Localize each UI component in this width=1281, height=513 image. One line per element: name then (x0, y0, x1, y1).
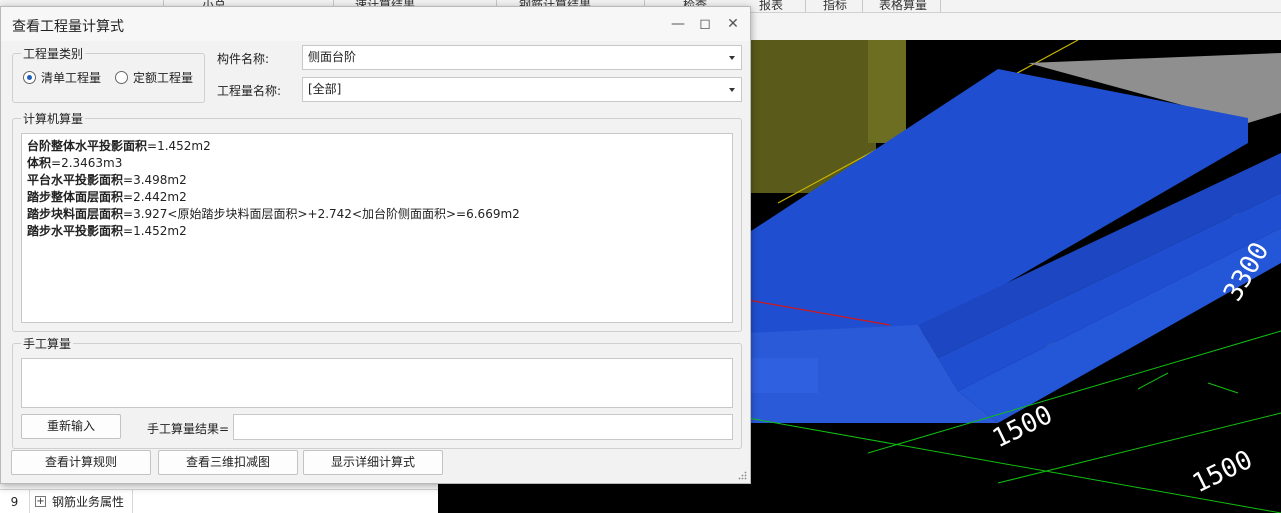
dimension-tick (1207, 382, 1239, 394)
wall-column (868, 40, 906, 143)
component-name-select[interactable]: 侧面台阶 (302, 45, 742, 70)
property-row[interactable]: 9 + 钢筋业务属性 (0, 489, 438, 513)
calc-line: 体积=2.3463m3 (27, 156, 123, 170)
radio-label: 定额工程量 (133, 71, 194, 85)
component-name-value: 侧面台阶 (308, 50, 357, 64)
radio-selected-icon (23, 71, 36, 84)
close-icon[interactable]: ✕ (722, 13, 744, 35)
quantity-type-legend: 工程量类别 (21, 45, 86, 62)
toolbar-separator (862, 0, 863, 12)
dialog-titlebar[interactable]: 查看工程量计算式 — ◻ ✕ (1, 7, 750, 41)
column-divider (132, 490, 133, 513)
reenter-button[interactable]: 重新输入 (21, 414, 121, 439)
toolbar-separator (805, 0, 806, 12)
manual-result-input[interactable] (233, 414, 733, 440)
chevron-down-icon (729, 88, 735, 92)
property-row-label: 钢筋业务属性 (52, 495, 125, 509)
stair-side-block (748, 358, 818, 393)
computer-calc-textarea[interactable]: 台阶整体水平投影面积=1.452m2 体积=2.3463m3 平台水平投影面积=… (21, 133, 733, 323)
toolbar-separator (940, 0, 941, 12)
bg-tab-reports[interactable]: 报表 (759, 0, 783, 12)
dimension-label: 1500 (1188, 445, 1257, 499)
calc-line: 台阶整体水平投影面积=1.452m2 (27, 139, 211, 153)
view-calc-rules-button[interactable]: 查看计算规则 (11, 450, 151, 475)
bg-tab-indicators[interactable]: 指标 (823, 0, 847, 12)
chevron-down-icon (729, 56, 735, 60)
component-name-label: 构件名称: (217, 52, 270, 66)
dimension-tick (1137, 372, 1169, 390)
radio-unselected-icon (115, 71, 128, 84)
manual-calc-legend: 手工算量 (21, 335, 74, 352)
calc-line: 平台水平投影面积=3.498m2 (27, 173, 187, 187)
bg-tab-table-quantity[interactable]: 表格算量 (879, 0, 927, 12)
view-3d-deduction-button[interactable]: 查看三维扣减图 (158, 450, 298, 475)
manual-calc-textarea[interactable] (21, 358, 733, 408)
dialog-title: 查看工程量计算式 (12, 19, 124, 35)
computer-calc-legend: 计算机算量 (21, 110, 86, 127)
resize-grip-icon[interactable] (738, 471, 747, 480)
show-detail-formula-button[interactable]: 显示详细计算式 (303, 450, 443, 475)
quantity-name-value: [全部] (308, 82, 342, 96)
radio-quota-quantity[interactable]: 定额工程量 (115, 69, 193, 86)
quantity-formula-dialog: 查看工程量计算式 — ◻ ✕ 工程量类别 清单工程量 定额工程量 构件名称: 侧… (0, 6, 751, 484)
property-row-number: 9 (0, 490, 30, 513)
quantity-name-label: 工程量名称: (217, 84, 282, 98)
calc-line: 踏步整体面层面积=2.442m2 (27, 190, 187, 204)
calc-line: 踏步块料面层面积=3.927<原始踏步块料面层面积>+2.742<加台阶侧面面积… (27, 207, 520, 221)
quantity-name-select[interactable]: [全部] (302, 77, 742, 102)
radio-bill-quantity[interactable]: 清单工程量 (23, 69, 101, 86)
expand-plus-icon[interactable]: + (35, 496, 46, 507)
minimize-icon[interactable]: — (667, 13, 689, 35)
manual-result-label: 手工算量结果= (147, 422, 230, 436)
calc-line: 踏步水平投影面积=1.452m2 (27, 224, 187, 238)
maximize-icon[interactable]: ◻ (694, 13, 716, 35)
radio-label: 清单工程量 (41, 71, 102, 85)
